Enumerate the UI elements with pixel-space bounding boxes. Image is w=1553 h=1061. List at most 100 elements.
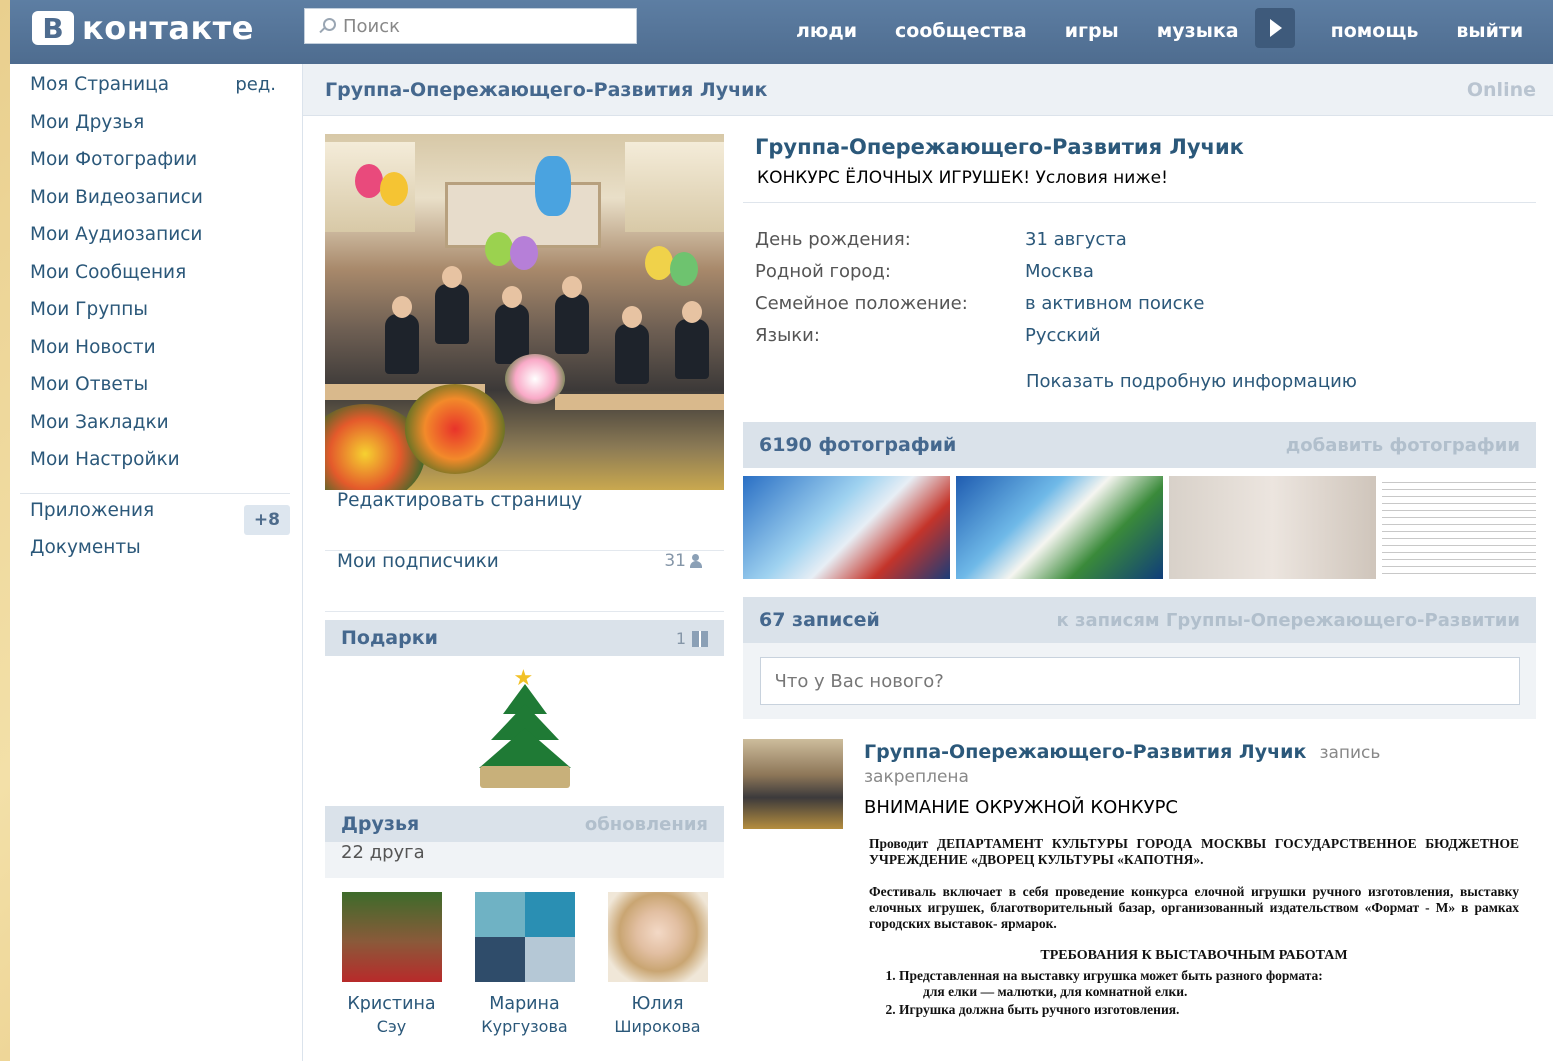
friends-updates-link[interactable]: обновления — [585, 814, 708, 835]
photos-count[interactable]: 6190 фотографий — [759, 434, 956, 456]
edit-page-link[interactable]: Редактировать страницу — [325, 490, 724, 551]
sidebar-item-messages[interactable]: Мои Сообщения — [10, 262, 302, 300]
friend-card[interactable]: Юлия Широкова — [591, 892, 724, 1038]
doc-heading: ТРЕБОВАНИЯ К ВЫСТАВОЧНЫМ РАБОТАМ — [1040, 948, 1348, 963]
page-title-bar: Группа-Опережающего-Развития Лучик Onlin… — [303, 64, 1553, 116]
photo-strip — [743, 476, 1537, 579]
info-key: Семейное положение: — [755, 292, 968, 314]
friend-first-name[interactable]: Юлия — [591, 992, 724, 1016]
friend-last-name[interactable]: Сэу — [325, 1016, 458, 1038]
sidebar-item-settings[interactable]: Мои Настройки — [10, 449, 302, 487]
balloon-decor — [510, 236, 538, 270]
doc-list-text: Представленная на выставку игрушка может… — [899, 968, 1323, 983]
post-body: Группа-Опережающего-Развития Лучик запис… — [864, 739, 1536, 818]
profile-info: День рождения: 31 августа Родной город: … — [743, 223, 1536, 351]
photo-thumb[interactable] — [743, 476, 950, 579]
info-key: Языки: — [755, 324, 820, 346]
wall-compose — [743, 643, 1536, 719]
friend-last-name[interactable]: Кургузова — [458, 1016, 591, 1038]
friends-count[interactable]: 22 друга — [325, 842, 724, 878]
window-decor — [625, 142, 724, 232]
search-box[interactable] — [304, 8, 637, 44]
sidebar-item-apps[interactable]: Приложения +8 — [10, 500, 302, 538]
gift-boxes-decor — [479, 766, 570, 788]
photo-thumb[interactable] — [1381, 476, 1537, 579]
nav-people[interactable]: люди — [796, 20, 857, 42]
online-status: Online — [1466, 78, 1536, 101]
nav-games[interactable]: игры — [1065, 20, 1119, 42]
student-decor — [385, 296, 419, 374]
friend-last-name[interactable]: Широкова — [591, 1016, 724, 1038]
subscribers-link[interactable]: Мои подписчики 31 — [325, 551, 724, 612]
subscribers-count-value: 31 — [664, 551, 686, 571]
sidebar-item-groups[interactable]: Мои Группы — [10, 299, 302, 337]
wall-header[interactable]: 67 записей к записям Группы-Опережающего… — [743, 597, 1536, 643]
photos-header[interactable]: 6190 фотографий добавить фотографии — [743, 422, 1536, 468]
sidebar-item-friends[interactable]: Мои Друзья — [10, 112, 302, 150]
info-key: День рождения: — [755, 228, 911, 250]
sidebar-item-bookmarks[interactable]: Мои Закладки — [10, 412, 302, 450]
info-value[interactable]: в активном поиске — [1025, 293, 1204, 314]
balloon-decor — [380, 172, 408, 206]
tree-layer — [478, 728, 571, 768]
post-author[interactable]: Группа-Опережающего-Развития Лучик — [864, 741, 1306, 763]
info-row-languages: Языки: Русский — [743, 319, 1536, 351]
post-author-avatar[interactable] — [743, 739, 843, 829]
balloon-decor — [485, 232, 513, 266]
info-key: Родной город: — [755, 260, 891, 282]
subscribers-icon — [690, 554, 708, 568]
sidebar-item-documents[interactable]: Документы — [10, 537, 302, 575]
post-text: ВНИМАНИЕ ОКРУЖНОЙ КОНКУРС — [864, 797, 1178, 818]
friend-first-name[interactable]: Кристина — [325, 992, 458, 1016]
logo-letter: В — [32, 11, 74, 45]
wall-posts-link[interactable]: к записям Группы-Опережающего-Развитии — [1057, 610, 1520, 631]
friend-avatar[interactable] — [474, 892, 575, 982]
sidebar-item-audio[interactable]: Мои Аудиозаписи — [10, 224, 302, 262]
profile-photo[interactable] — [325, 134, 724, 490]
gifts-header[interactable]: Подарки 1 — [325, 620, 724, 656]
nav-logout[interactable]: выйти — [1456, 20, 1523, 42]
wall-posts-count[interactable]: 67 записей — [759, 609, 880, 631]
friends-list: Кристина Сэу Марина Кургузова Юлия Широк… — [325, 892, 724, 1038]
search-input[interactable] — [341, 14, 625, 38]
gifts-title: Подарки — [341, 627, 438, 649]
friend-card[interactable]: Марина Кургузова — [458, 892, 591, 1038]
nav-communities[interactable]: сообщества — [895, 20, 1027, 42]
sidebar-item-news[interactable]: Мои Новости — [10, 337, 302, 375]
info-value[interactable]: Москва — [1025, 261, 1094, 282]
page-title: Группа-Опережающего-Развития Лучик — [325, 78, 768, 101]
divider — [743, 202, 1536, 203]
nav-help[interactable]: помощь — [1331, 20, 1419, 42]
photo-thumb[interactable] — [1168, 476, 1376, 579]
friend-card[interactable]: Кристина Сэу — [325, 892, 458, 1038]
sidebar-item-videos[interactable]: Мои Видеозаписи — [10, 187, 302, 225]
new-post-input[interactable] — [759, 657, 1520, 705]
friend-avatar[interactable] — [341, 892, 442, 982]
main-content: Группа-Опережающего-Развития Лучик Onlin… — [302, 64, 1553, 1061]
show-more-info-link[interactable]: Показать подробную информацию — [1026, 371, 1536, 392]
friend-first-name[interactable]: Марина — [458, 992, 591, 1016]
sidebar-item-my-page[interactable]: Моя Страница ред. — [10, 74, 302, 112]
friends-header[interactable]: Друзья обновления — [325, 806, 724, 842]
balloon-decor — [645, 246, 673, 280]
profile-status[interactable]: КОНКУРС ЁЛОЧНЫХ ИГРУШЕК! Условия ниже! — [757, 168, 1536, 188]
edit-link[interactable]: ред. — [235, 74, 276, 95]
christmas-tree-gift-icon[interactable]: ★ — [470, 666, 580, 788]
wall-post: Группа-Опережающего-Развития Лучик запис… — [743, 739, 1536, 1018]
doc-list-text: для елки — малютки, для комнатной елки. — [923, 984, 1188, 999]
vk-logo[interactable]: В контакте — [32, 8, 254, 48]
play-icon[interactable] — [1254, 8, 1295, 48]
photo-thumb[interactable] — [955, 476, 1163, 579]
post-meta: запись — [1319, 743, 1381, 763]
student-decor — [615, 306, 649, 384]
sidebar-item-answers[interactable]: Мои Ответы — [10, 374, 302, 412]
friend-avatar[interactable] — [607, 892, 708, 982]
student-decor — [555, 276, 589, 354]
post-attached-document[interactable]: Проводит ДЕПАРТАМЕНТ КУЛЬТУРЫ ГОРОДА МОС… — [869, 836, 1519, 1018]
info-value[interactable]: Русский — [1025, 325, 1101, 346]
subscribers-label: Мои подписчики — [337, 551, 499, 572]
info-value[interactable]: 31 августа — [1025, 229, 1127, 250]
sidebar-item-photos[interactable]: Мои Фотографии — [10, 149, 302, 187]
add-photos-link[interactable]: добавить фотографии — [1286, 435, 1520, 456]
nav-music[interactable]: музыка — [1157, 20, 1239, 42]
